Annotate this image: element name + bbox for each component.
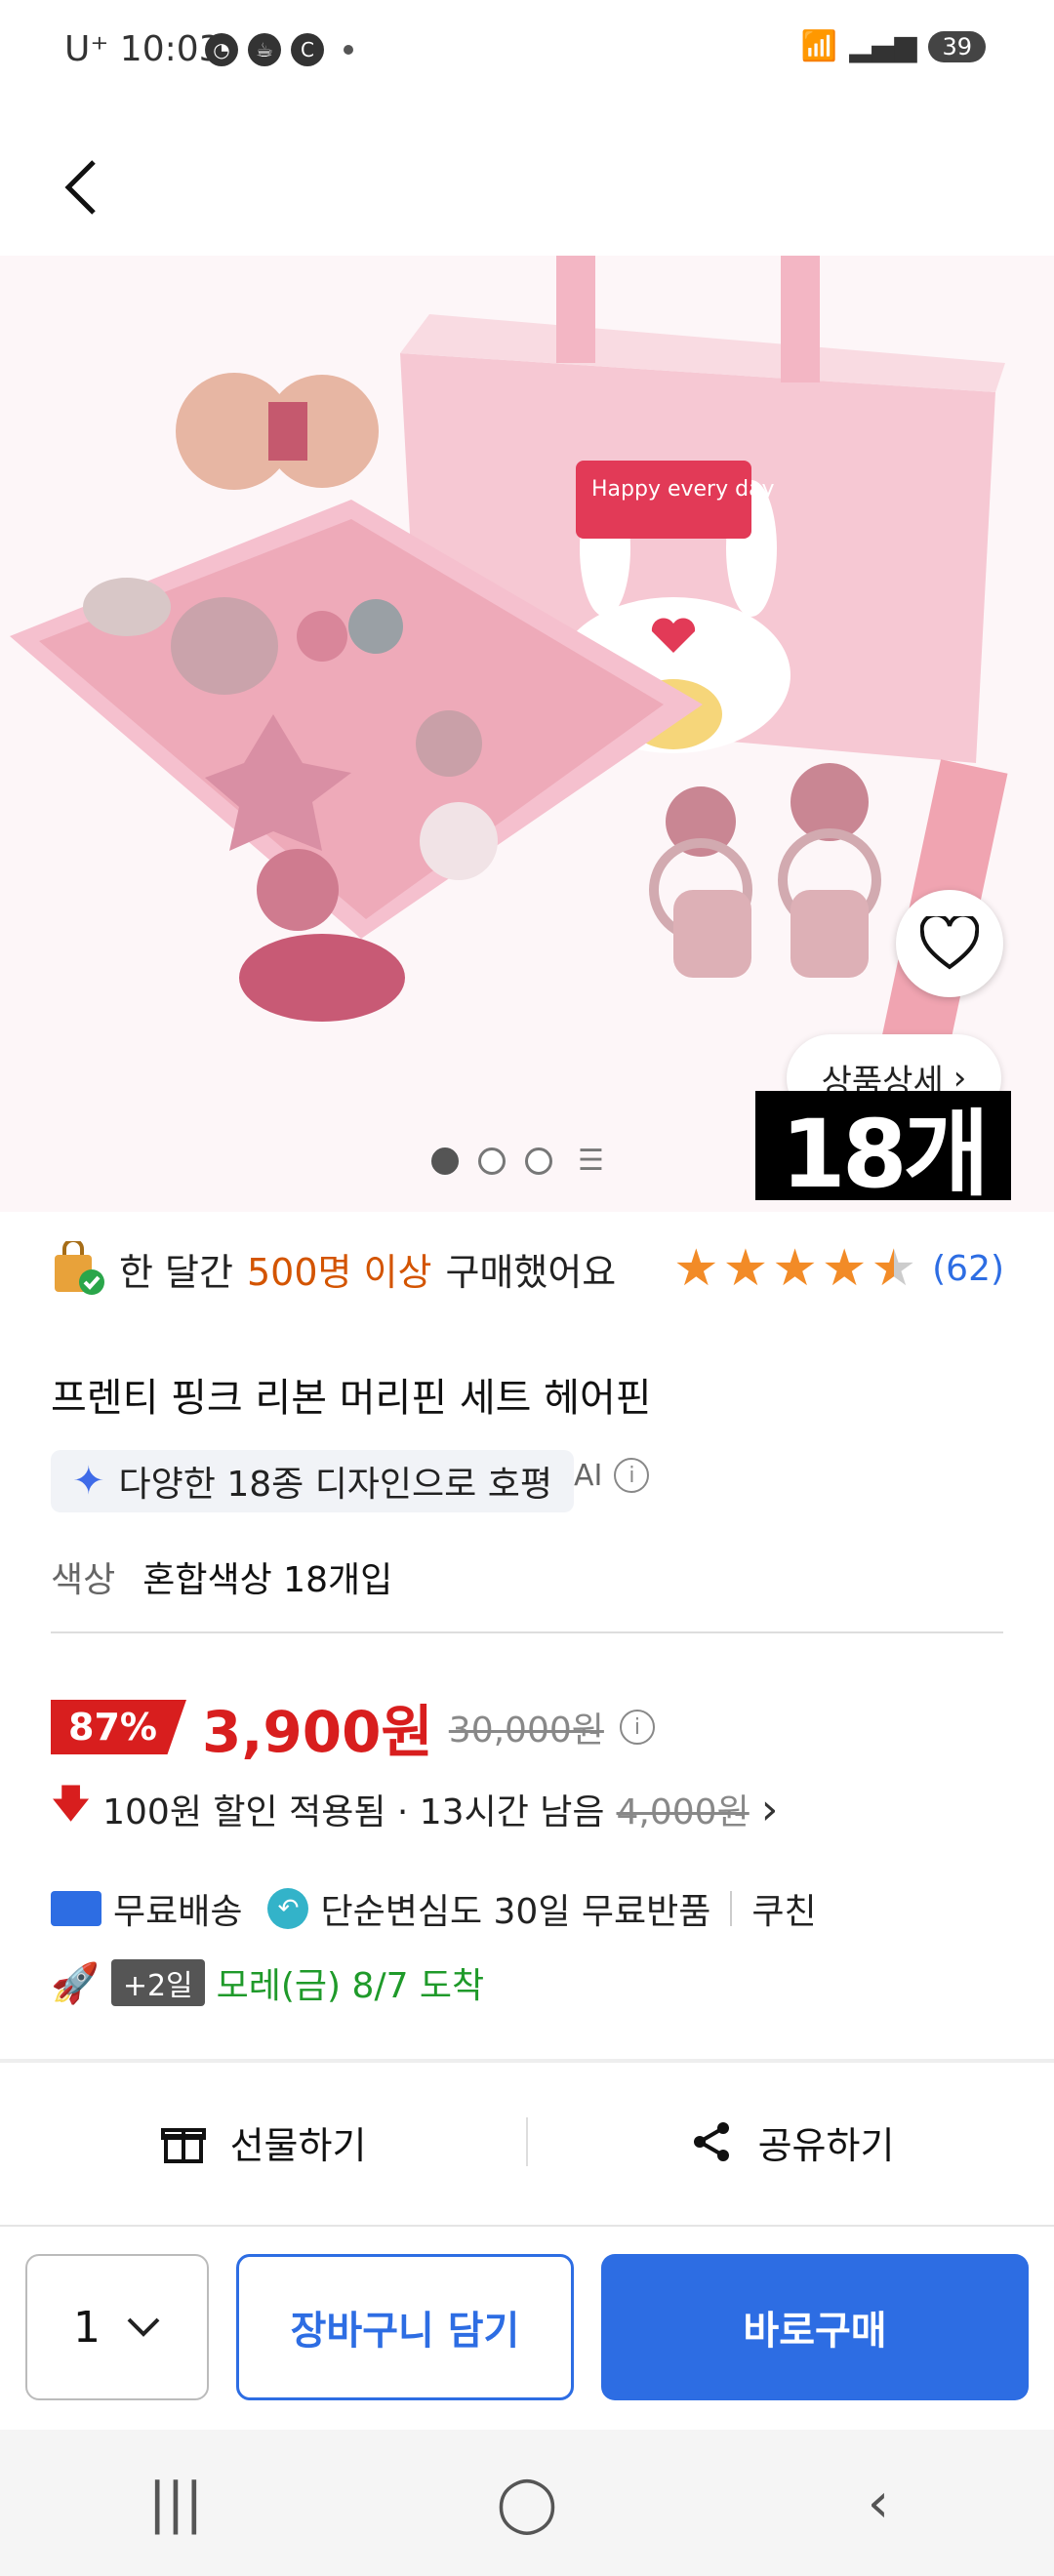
back-nav-icon[interactable]: ‹ xyxy=(820,2472,937,2535)
coupon-text: 100원 할인 적용됨 · 13시간 남음 xyxy=(102,1792,605,1832)
wishlist-button[interactable] xyxy=(896,890,1003,997)
free-return: 단순변심도 30일 무료반품 xyxy=(320,1892,711,1932)
section-divider xyxy=(0,2059,1054,2063)
option-row: 색상 혼합색상 18개입 xyxy=(51,1551,392,1602)
arrival-row: 🚀 +2일 모레(금) 8/7 도착 xyxy=(51,1957,484,2008)
secondary-actions: 선물하기 공유하기 xyxy=(0,2078,1054,2205)
ai-summary-text: 다양한 18종 디자인으로 호평 xyxy=(118,1465,552,1505)
separator xyxy=(730,1891,733,1926)
chevron-left-icon xyxy=(64,160,96,215)
status-right: 📶 ▂▄▆ 39 xyxy=(801,29,986,63)
seller-name: 쿠친 xyxy=(751,1892,817,1932)
share-button[interactable]: 공유하기 xyxy=(528,2115,1054,2169)
wifi-icon: 📶 xyxy=(800,29,838,63)
gift-icon xyxy=(160,2128,206,2163)
coffee-notification-icon: ☕ xyxy=(248,33,281,66)
status-bar: U⁺ 10:03 ◔ ☕ C 📶 ▂▄▆ 39 xyxy=(0,0,1054,107)
rocket-icon: 🚀 xyxy=(51,1960,100,2006)
heart-icon xyxy=(920,916,979,970)
share-icon xyxy=(693,2122,729,2161)
status-time: U⁺ 10:03 xyxy=(64,29,222,69)
option-key: 색상 xyxy=(51,1560,116,1600)
count-badge: 18개 xyxy=(755,1091,1011,1209)
system-nav-bar: ||| ◯ ‹ xyxy=(0,2430,1054,2576)
quantity-select[interactable]: 1 xyxy=(25,2254,209,2400)
gift-button[interactable]: 선물하기 xyxy=(0,2115,526,2169)
star-icon: ★ xyxy=(673,1239,719,1298)
ai-summary: ✦ 다양한 18종 디자인으로 호평 xyxy=(51,1450,574,1512)
back-button[interactable] xyxy=(61,156,119,224)
info-icon[interactable]: i xyxy=(614,1458,650,1493)
pager-dot[interactable] xyxy=(478,1147,506,1175)
purchase-post: 구매했어요 xyxy=(445,1250,617,1294)
shipping-row: 무료배송 ↶ 단순변심도 30일 무료반품 쿠친 xyxy=(51,1883,817,1934)
option-value: 혼합색상 18개입 xyxy=(142,1560,393,1600)
discount-badge: 87% xyxy=(51,1700,186,1754)
battery-indicator: 39 xyxy=(928,30,986,62)
coupon-row[interactable]: 🡇 100원 할인 적용됨 · 13시간 남음 4,000원 › xyxy=(51,1776,778,1842)
pager-dot-active[interactable] xyxy=(431,1147,459,1175)
chevron-right-icon: › xyxy=(760,1784,779,1834)
more-notifications-dot xyxy=(344,45,353,55)
app-notification-icon: ◔ xyxy=(205,33,238,66)
sale-price: 3,900원 xyxy=(201,1699,433,1765)
price-info-icon[interactable]: i xyxy=(619,1710,655,1745)
pager-dot[interactable] xyxy=(525,1147,552,1175)
star-icon: ★ xyxy=(722,1239,769,1298)
home-icon[interactable]: ◯ xyxy=(468,2472,586,2535)
signal-icon: ▂▄▆ xyxy=(849,29,917,63)
shopping-bag-icon xyxy=(55,1241,104,1295)
ai-tag[interactable]: AI i xyxy=(574,1458,650,1493)
review-count[interactable]: (62) xyxy=(932,1249,1004,1289)
original-price: 30,000원 xyxy=(448,1711,604,1751)
purchase-summary: 한 달간 500명 이상 구매했어요 xyxy=(51,1241,616,1296)
rating[interactable]: ★ ★ ★ ★ ★ (62) xyxy=(673,1243,1004,1294)
price-row: 87% 3,900원 30,000원 i xyxy=(51,1686,655,1768)
product-title: 프렌티 핑크 리본 머리핀 세트 헤어핀 xyxy=(51,1376,652,1421)
return-icon: ↶ xyxy=(267,1888,309,1929)
share-label: 공유하기 xyxy=(757,2123,895,2167)
status-notification-icons: ◔ ☕ C xyxy=(205,33,353,66)
chevron-down-icon xyxy=(127,2317,160,2337)
gallery-grid-icon[interactable]: ☰ xyxy=(578,1144,604,1178)
divider xyxy=(51,1631,1003,1633)
gift-label: 선물하기 xyxy=(229,2123,367,2167)
sparkle-icon: ✦ xyxy=(72,1459,105,1504)
days-badge: +2일 xyxy=(110,1959,205,2006)
free-shipping: 무료배송 xyxy=(113,1892,243,1932)
quantity-value: 1 xyxy=(73,2302,101,2353)
star-icon: ★ xyxy=(772,1239,818,1298)
star-icon: ★ xyxy=(821,1239,868,1298)
ai-label: AI xyxy=(574,1458,603,1493)
down-arrow-icon: 🡇 xyxy=(51,1782,92,1827)
half-star-icon: ★ xyxy=(871,1239,917,1298)
c-notification-icon: C xyxy=(291,33,324,66)
box-text: Happy every day xyxy=(591,477,775,502)
add-to-cart-button[interactable]: 장바구니 담기 xyxy=(236,2254,574,2400)
buy-now-button[interactable]: 바로구매 xyxy=(601,2254,1029,2400)
recent-apps-icon[interactable]: ||| xyxy=(117,2472,234,2535)
purchase-pre: 한 달간 xyxy=(119,1250,233,1294)
image-pager[interactable]: ☰ xyxy=(431,1144,604,1178)
arrival-date: 모레(금) 8/7 도착 xyxy=(216,1966,485,2006)
purchase-highlight: 500명 이상 xyxy=(246,1250,432,1294)
truck-icon xyxy=(51,1891,101,1926)
coupon-before-price: 4,000원 xyxy=(616,1792,750,1832)
